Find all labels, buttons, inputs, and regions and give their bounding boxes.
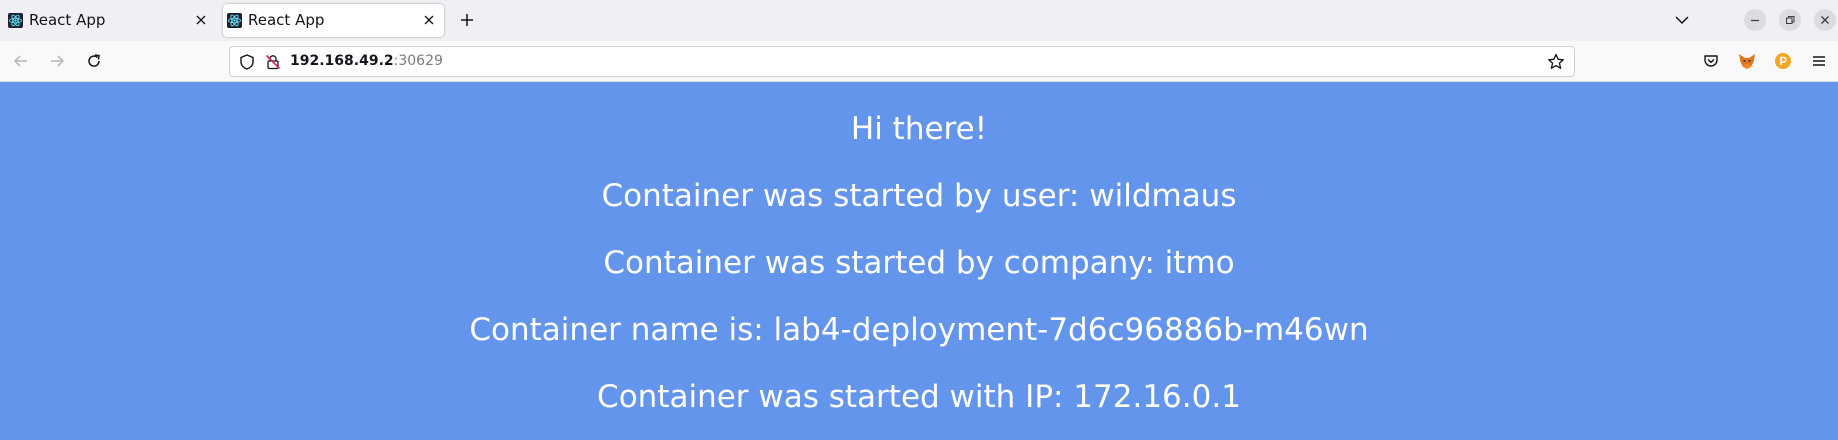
tab-title: React App (29, 11, 106, 29)
restore-button[interactable] (1779, 9, 1801, 31)
chevron-down-icon (1675, 16, 1689, 25)
user-line: Container was started by user: wildmaus (601, 178, 1237, 214)
navigation-toolbar: 192.168.49.2:30629 (0, 41, 1838, 82)
lock-slash-icon[interactable] (264, 53, 282, 71)
arrow-left-icon (13, 55, 27, 67)
pocket-button[interactable] (1700, 50, 1722, 72)
url-text[interactable]: 192.168.49.2:30629 (290, 53, 443, 69)
minimize-button[interactable] (1744, 9, 1766, 31)
url-port: :30629 (393, 53, 443, 69)
arrow-right-icon (51, 55, 65, 67)
restore-icon (1786, 16, 1795, 24)
hamburger-menu-icon (1813, 56, 1825, 66)
url-bar[interactable]: 192.168.49.2:30629 (229, 46, 1575, 77)
company-line: Container was started by company: itmo (603, 245, 1235, 281)
url-host: 192.168.49.2 (290, 53, 394, 69)
list-all-tabs-button[interactable] (1672, 10, 1692, 30)
page-content: Hi there! Container was started by user:… (0, 83, 1838, 440)
tab-react-app-2[interactable]: React App (223, 4, 444, 37)
back-button[interactable] (10, 50, 32, 72)
close-icon[interactable] (420, 11, 438, 29)
reload-button[interactable] (83, 50, 105, 72)
fox-extension-button[interactable] (1736, 50, 1758, 72)
coin-icon (1775, 53, 1791, 69)
plus-icon (461, 14, 473, 26)
new-tab-button[interactable] (456, 9, 478, 31)
pocket-icon (1704, 55, 1718, 67)
window-close-button[interactable] (1814, 9, 1836, 31)
tab-strip: React App React App (0, 0, 1838, 41)
fox-icon (1739, 54, 1755, 69)
react-logo-icon (8, 13, 23, 28)
minimize-icon (1751, 19, 1759, 22)
star-icon[interactable] (1546, 52, 1566, 72)
forward-button[interactable] (46, 50, 68, 72)
coin-extension-button[interactable] (1772, 50, 1794, 72)
ip-line: Container was started with IP: 172.16.0.… (597, 379, 1241, 415)
greeting: Hi there! (850, 111, 988, 147)
close-icon[interactable] (192, 11, 210, 29)
shield-icon[interactable] (238, 53, 256, 71)
tab-react-app-1[interactable]: React App (4, 4, 216, 37)
container-name-line: Container name is: lab4-deployment-7d6c9… (469, 312, 1369, 348)
reload-icon (88, 54, 100, 67)
app-menu-button[interactable] (1808, 50, 1830, 72)
tab-title: React App (248, 11, 325, 29)
react-logo-icon (227, 13, 242, 28)
close-icon (1821, 16, 1829, 24)
